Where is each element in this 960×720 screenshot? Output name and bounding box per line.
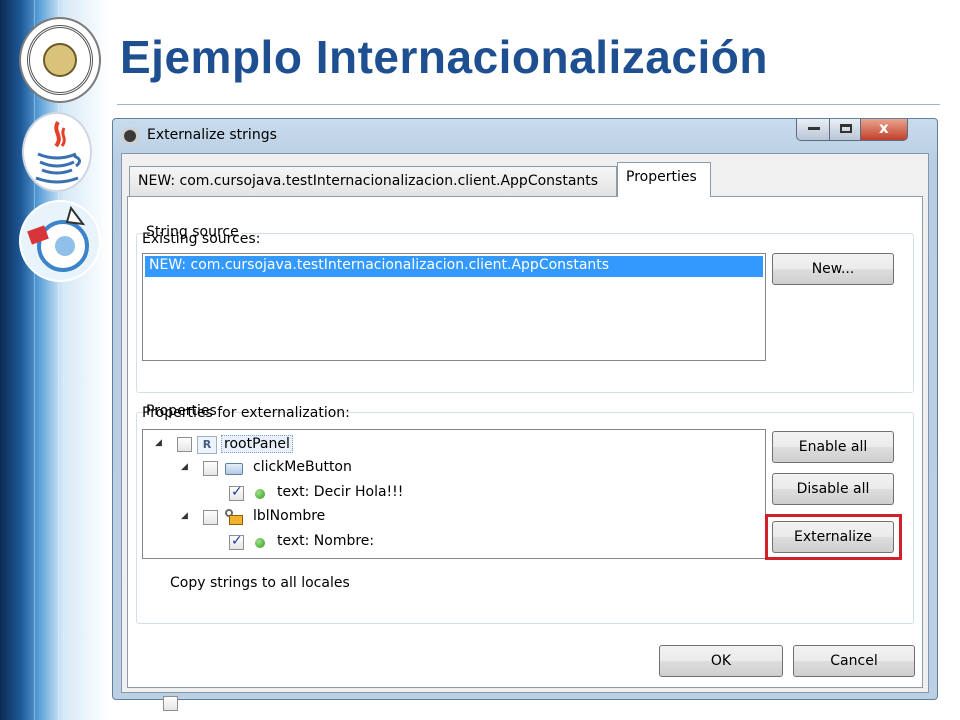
tree-item-label: rootPanel (221, 435, 293, 453)
tab-new-appconstants[interactable]: NEW: com.cursojava.testInternacionalizac… (129, 166, 617, 196)
disable-all-button[interactable]: Disable all (772, 473, 894, 505)
externalize-strings-dialog: Externalize strings x NEW: com.cursojava… (112, 118, 938, 711)
property-dot-icon (255, 489, 265, 499)
existing-sources-list[interactable]: NEW: com.cursojava.testInternacionalizac… (142, 253, 766, 361)
university-seal-logo (19, 17, 101, 103)
nombre-checkbox[interactable] (229, 533, 244, 550)
rootpanel-checkbox[interactable] (177, 437, 192, 452)
slide: Ejemplo Internacionalización Externalize… (0, 0, 960, 720)
properties-tree[interactable]: ◢ R rootPanel ◢ clickMeButton ✓ text: De… (142, 429, 766, 559)
properties-tab-panel: String source Existing sources: NEW: com… (127, 196, 923, 688)
tree-item-label: text: Nombre: (277, 533, 375, 549)
enable-all-button[interactable]: Enable all (772, 431, 894, 463)
new-source-button[interactable]: New... (772, 253, 894, 285)
list-item[interactable]: NEW: com.cursojava.testInternacionalizac… (145, 256, 763, 277)
copy-strings-checkbox[interactable] (163, 696, 178, 711)
properties-for-externalization-label: Properties for externalization: (142, 405, 350, 421)
externalize-button[interactable]: Externalize (772, 521, 894, 553)
slide-title: Ejemplo Internacionalización (120, 31, 768, 83)
dialog-client-area: NEW: com.cursojava.testInternacionalizac… (121, 153, 929, 711)
decir-hola-checkbox[interactable] (229, 484, 244, 501)
tree-row-lblnombre[interactable]: ◢ lblNombre (143, 507, 443, 529)
label-widget-icon (225, 509, 245, 527)
ok-button[interactable]: OK (659, 645, 783, 677)
java-logo (22, 112, 92, 192)
title-divider (117, 104, 940, 105)
expand-triangle-icon[interactable]: ◢ (155, 438, 162, 448)
maximize-icon (840, 124, 852, 133)
minimize-button[interactable] (796, 119, 830, 141)
minimize-icon (808, 127, 820, 130)
close-button[interactable]: x (860, 119, 908, 141)
root-panel-icon: R (197, 436, 217, 454)
tree-row-text-decir-hola[interactable]: text: Decir Hola!!! (143, 483, 443, 505)
button-widget-icon (225, 463, 243, 475)
gwt-toolbox-logo (19, 200, 101, 282)
tree-row-clickmebutton[interactable]: ◢ clickMeButton (143, 458, 443, 480)
close-icon: x (879, 119, 889, 137)
tree-item-label: clickMeButton (253, 459, 352, 475)
copy-strings-label: Copy strings to all locales (170, 575, 350, 591)
eclipse-app-icon (121, 127, 139, 145)
lblnombre-checkbox[interactable] (203, 510, 218, 525)
window-title: Externalize strings (147, 127, 277, 143)
property-dot-icon (255, 538, 265, 548)
clickmebutton-checkbox[interactable] (203, 461, 218, 476)
tab-properties[interactable]: Properties (617, 162, 711, 197)
existing-sources-label: Existing sources: (142, 231, 261, 247)
tree-row-rootpanel[interactable]: ◢ R rootPanel (143, 434, 443, 456)
left-decorative-band (0, 0, 108, 720)
cancel-button[interactable]: Cancel (793, 645, 915, 677)
dialog-titlebar[interactable]: Externalize strings x (113, 119, 937, 153)
expand-triangle-icon[interactable]: ◢ (181, 511, 188, 521)
maximize-button[interactable] (829, 119, 861, 141)
tree-item-label: text: Decir Hola!!! (277, 484, 404, 500)
tree-item-label: lblNombre (253, 508, 326, 524)
expand-triangle-icon[interactable]: ◢ (181, 462, 188, 472)
tree-row-text-nombre[interactable]: text: Nombre: (143, 532, 443, 554)
